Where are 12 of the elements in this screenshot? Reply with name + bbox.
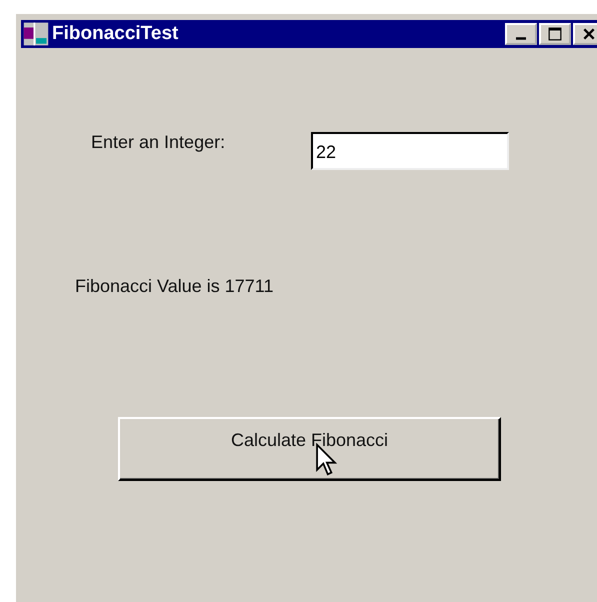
integer-input-field[interactable]: 22 <box>311 132 509 170</box>
calculate-button[interactable]: Calculate Fibonacci <box>118 417 501 481</box>
window-title: FibonacciTest <box>52 23 180 45</box>
minimize-button[interactable] <box>505 23 537 45</box>
result-text: Fibonacci Value is 17711 <box>75 276 274 297</box>
app-icon <box>23 21 49 47</box>
close-icon <box>582 27 596 41</box>
maximize-icon <box>548 27 562 41</box>
close-button[interactable] <box>573 23 597 45</box>
minimize-icon <box>516 36 526 40</box>
field-label: Enter an Integer: <box>91 132 226 152</box>
maximize-button[interactable] <box>539 23 571 45</box>
